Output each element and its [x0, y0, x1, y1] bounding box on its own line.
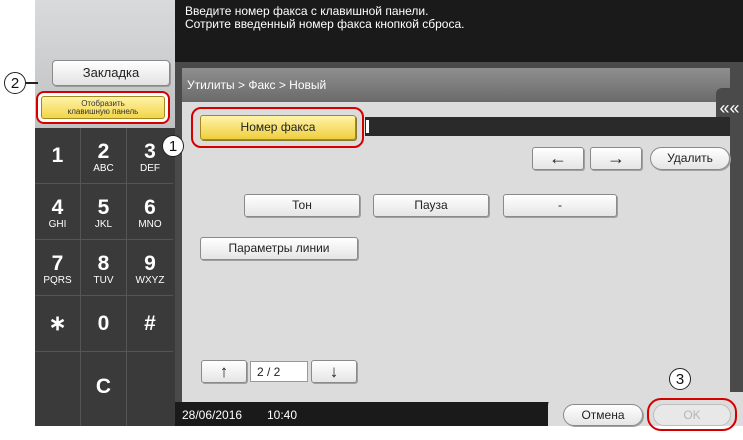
cursor-left-button[interactable]: ← — [532, 147, 584, 170]
key-digit: 0 — [97, 312, 110, 335]
dash-button[interactable]: - — [503, 194, 617, 217]
keypad-blank-left — [35, 352, 81, 426]
key-digit: # — [144, 312, 156, 335]
numeric-keypad: 1 2 ABC 3 DEF 4 GHI 5 JKL 6 MNO 7 PQRS 8 TUV 9W… — [35, 128, 175, 426]
breadcrumb: Утилиты > Факс > Новый — [182, 68, 730, 102]
ok-button[interactable]: OK — [653, 404, 731, 426]
show-keypad-button[interactable]: Отобразить клавишную панель — [41, 96, 165, 119]
callout-marker-3: 3 — [669, 368, 691, 390]
fax-number-button[interactable]: Номер факса — [200, 115, 356, 140]
keypad-blank-right — [127, 352, 173, 426]
status-time: 10:40 — [267, 408, 298, 422]
text-cursor — [366, 120, 369, 133]
status-date: 28/06/2016 — [182, 408, 243, 422]
key-8[interactable]: 8 TUV — [81, 240, 127, 296]
callout-marker-2: 2 — [4, 72, 26, 94]
callout-2-leader — [26, 82, 38, 84]
key-digit: 6 — [144, 196, 156, 219]
key-4[interactable]: 4 GHI — [35, 184, 81, 240]
delete-button[interactable]: Удалить — [650, 147, 730, 170]
key-letters: GHI — [48, 219, 67, 230]
key-letters: TUV — [93, 275, 114, 286]
bookmark-button[interactable]: Закладка — [52, 60, 170, 86]
key-1[interactable]: 1 — [35, 128, 81, 184]
key-letters: ABC — [93, 163, 114, 174]
key-letters: JKL — [94, 219, 113, 230]
key-digit: 4 — [51, 196, 64, 219]
key-9[interactable]: 9 WXYZ — [127, 240, 173, 296]
key-digit: 8 — [97, 252, 110, 275]
fax-number-field[interactable] — [365, 117, 730, 136]
key-7[interactable]: 7 PQRS — [35, 240, 81, 296]
key-digit: ∗ — [48, 312, 67, 335]
callout-marker-1: 1 — [162, 135, 184, 157]
clear-key[interactable]: C — [81, 352, 127, 426]
instruction-line-2: Сотрите введенный номер факса кнопкой сб… — [185, 17, 465, 31]
line-parameters-button[interactable]: Параметры линии — [200, 237, 358, 260]
page-indicator: 2 / 2 — [250, 361, 308, 382]
tone-button[interactable]: Тон — [244, 194, 360, 217]
key-letters: DEF — [140, 163, 160, 174]
key-6[interactable]: 6 MNO — [127, 184, 173, 240]
key-digit: 9 — [144, 252, 156, 275]
show-keypad-highlight: Отобразить клавишную панель — [36, 91, 170, 124]
page-up-button[interactable]: ↑ — [201, 360, 247, 383]
pause-button[interactable]: Пауза — [373, 194, 489, 217]
key-5[interactable]: 5 JKL — [81, 184, 127, 240]
cursor-right-button[interactable]: → — [590, 147, 642, 170]
key-letters: PQRS — [43, 275, 72, 286]
cancel-button[interactable]: Отмена — [563, 404, 643, 426]
key-hash[interactable]: # — [127, 296, 173, 352]
key-letters: WXYZ — [135, 275, 165, 286]
instruction-header: Введите номер факса с клавишной панели. … — [175, 0, 743, 62]
key-digit: 7 — [51, 252, 64, 275]
key-letters: MNO — [138, 219, 162, 230]
key-digit: 5 — [97, 196, 110, 219]
key-digit: 2 — [97, 140, 110, 163]
clear-key-label: C — [95, 375, 112, 398]
show-keypad-label-line2: клавишную панель — [67, 107, 139, 116]
page-down-button[interactable]: ↓ — [311, 360, 357, 383]
key-digit: 1 — [51, 144, 64, 167]
key-0[interactable]: 0 — [81, 296, 127, 352]
key-2[interactable]: 2 ABC — [81, 128, 127, 184]
key-star[interactable]: ∗ — [35, 296, 81, 352]
